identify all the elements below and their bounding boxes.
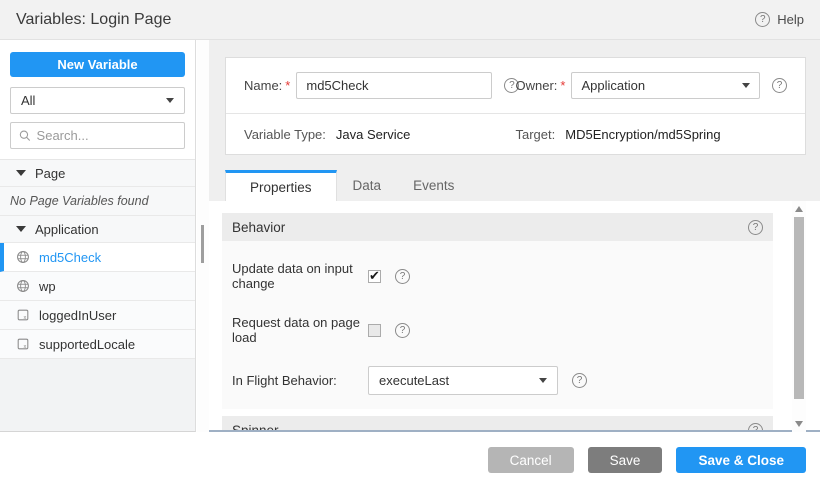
magnifier-icon [19,129,31,142]
behavior-section: Behavior ? Update data on input change ?… [222,213,773,409]
page-empty-message: No Page Variables found [0,187,195,216]
update-data-help-icon[interactable]: ? [395,269,410,284]
tab-data[interactable]: Data [337,170,398,201]
variable-info-panel: Name: * ? Owner: * Application ? [225,57,806,155]
java-service-icon [16,250,30,264]
help-label: Help [777,12,804,27]
owner-selected-value: Application [581,78,645,93]
request-data-checkbox[interactable] [368,324,381,337]
variable-editor-main: Name: * ? Owner: * Application ? [209,40,820,432]
variables-tree: Page No Page Variables found Application… [0,159,195,359]
tree-section-page[interactable]: Page [0,160,195,187]
behavior-section-body: Update data on input change ? Request da… [222,241,773,409]
target-label: Target: [516,127,556,142]
in-flight-select[interactable]: executeLast [368,366,558,395]
sidebar-item-supportedlocale[interactable]: x supportedLocale [0,330,195,359]
help-link[interactable]: ? Help [755,12,804,27]
content-scrollbar-thumb[interactable] [794,217,804,399]
update-data-label: Update data on input change [232,261,368,291]
request-data-label: Request data on page load [232,315,368,345]
svg-text:x: x [23,315,26,321]
tab-properties[interactable]: Properties [225,170,337,201]
sidebar-item-label: wp [39,279,56,294]
content-scrollbar[interactable] [792,201,806,432]
svg-text:x: x [23,344,26,350]
save-button[interactable]: Save [588,447,663,473]
caret-down-icon [16,226,26,232]
sidebar-item-wp[interactable]: wp [0,272,195,301]
variable-type-label: Variable Type: [244,127,326,142]
name-input[interactable] [296,72,492,99]
owner-help-icon[interactable]: ? [772,78,787,93]
variables-sidebar: New Variable All Page No Page Variables … [0,40,196,432]
name-owner-row: Name: * ? Owner: * Application ? [226,58,805,113]
behavior-help-icon[interactable]: ? [748,220,763,235]
tab-events[interactable]: Events [397,170,470,201]
properties-tab-content: Behavior ? Update data on input change ?… [209,201,820,432]
sidebar-item-loggedinuser[interactable]: x loggedInUser [0,301,195,330]
tree-section-application[interactable]: Application [0,216,195,243]
tree-section-label: Application [35,222,99,237]
spinner-section: Spinner ? Spinner Context: Search Widget… [222,416,773,432]
chevron-down-icon [539,378,547,383]
spinner-section-title: Spinner [232,423,279,433]
variable-type-value: Java Service [336,127,410,142]
spinner-section-header: Spinner ? [222,416,773,432]
variable-search[interactable] [10,122,185,149]
sidebar-scrollbar-thumb[interactable] [201,225,204,263]
java-service-icon [16,279,30,293]
behavior-section-title: Behavior [232,220,285,235]
variable-filter-select[interactable]: All [10,87,185,114]
sidebar-scrollbar[interactable] [197,40,209,432]
chevron-down-icon [742,83,750,88]
in-flight-selected-value: executeLast [379,373,449,388]
target-value: MD5Encryption/md5Spring [565,127,720,142]
sidebar-item-label: loggedInUser [39,308,116,323]
caret-down-icon [16,170,26,176]
sidebar-item-md5check[interactable]: md5Check [0,243,195,272]
in-flight-row: In Flight Behavior: executeLast ? [232,366,773,395]
cancel-button[interactable]: Cancel [488,447,574,473]
tree-section-label: Page [35,166,65,181]
dialog-footer: Cancel Save Save & Close [0,432,820,488]
name-label: Name: [244,78,282,93]
in-flight-label: In Flight Behavior: [232,373,368,388]
sidebar-item-label: md5Check [39,250,101,265]
update-data-checkbox[interactable] [368,270,381,283]
save-and-close-button[interactable]: Save & Close [676,447,806,473]
request-data-help-icon[interactable]: ? [395,323,410,338]
behavior-section-header: Behavior ? [222,213,773,241]
spinner-help-icon[interactable]: ? [748,423,763,433]
scroll-down-icon[interactable] [795,421,803,427]
chevron-down-icon [166,98,174,103]
search-input[interactable] [37,128,176,143]
scroll-up-icon[interactable] [795,206,803,212]
owner-field-group: Owner: * Application ? [516,72,788,99]
dialog-header: Variables: Login Page ? Help [0,0,820,40]
model-variable-icon: x [16,308,30,322]
variables-dialog: Variables: Login Page ? Help New Variabl… [0,0,820,488]
type-target-row: Variable Type: Java Service Target: MD5E… [226,113,805,154]
filter-selected-value: All [21,93,35,108]
target-group: Target: MD5Encryption/md5Spring [516,127,788,142]
sidebar-item-label: supportedLocale [39,337,135,352]
editor-tabs: Properties Data Events [225,170,470,201]
update-data-row: Update data on input change ? [232,261,773,291]
variable-type-group: Variable Type: Java Service [244,127,516,142]
sidebar-empty-area [0,359,195,431]
name-field-group: Name: * ? [244,72,516,99]
in-flight-help-icon[interactable]: ? [572,373,587,388]
request-data-row: Request data on page load ? [232,315,773,345]
page-title: Variables: Login Page [16,11,171,29]
required-asterisk: * [285,78,290,93]
sidebar-controls: New Variable All [0,40,195,159]
help-circle-icon: ? [755,12,770,27]
owner-label: Owner: [516,78,558,93]
model-variable-icon: x [16,337,30,351]
required-asterisk: * [560,78,565,93]
owner-select[interactable]: Application [571,72,760,99]
new-variable-button[interactable]: New Variable [10,52,185,77]
